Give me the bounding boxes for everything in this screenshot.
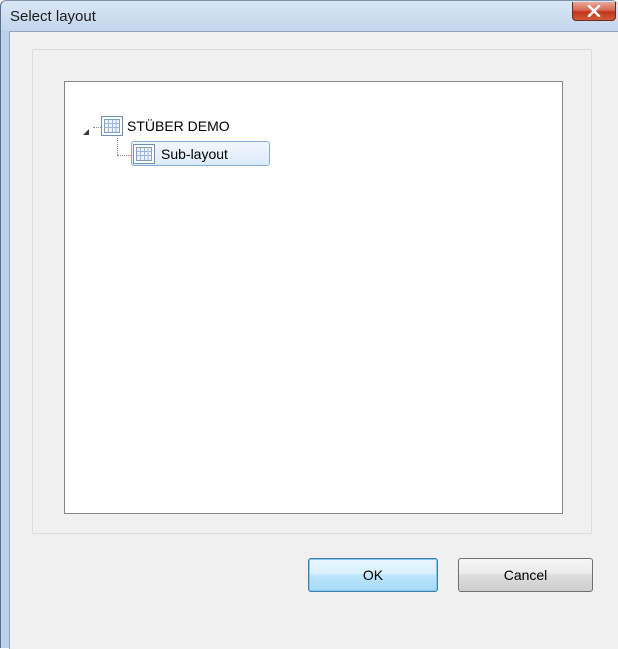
collapse-triangle-icon[interactable] xyxy=(82,123,90,139)
tree-node-label: Sub-layout xyxy=(161,146,228,162)
grid-layout-icon xyxy=(101,116,123,139)
title-bar[interactable]: Select layout xyxy=(1,1,618,31)
tree-node-label: STÜBER DEMO xyxy=(127,118,230,134)
tree-connector xyxy=(117,138,118,155)
tree-connector xyxy=(93,127,101,128)
grid-layout-icon xyxy=(133,144,155,167)
close-button[interactable] xyxy=(572,2,616,21)
close-icon xyxy=(587,5,601,17)
dialog-title: Select layout xyxy=(10,8,96,25)
ok-button[interactable]: OK xyxy=(308,558,438,592)
dialog-window: Select layout STÜBER DEMO Sub-layout OK … xyxy=(0,0,618,649)
cancel-button[interactable]: Cancel xyxy=(458,558,593,592)
layout-tree[interactable]: STÜBER DEMO Sub-layout xyxy=(64,81,563,514)
